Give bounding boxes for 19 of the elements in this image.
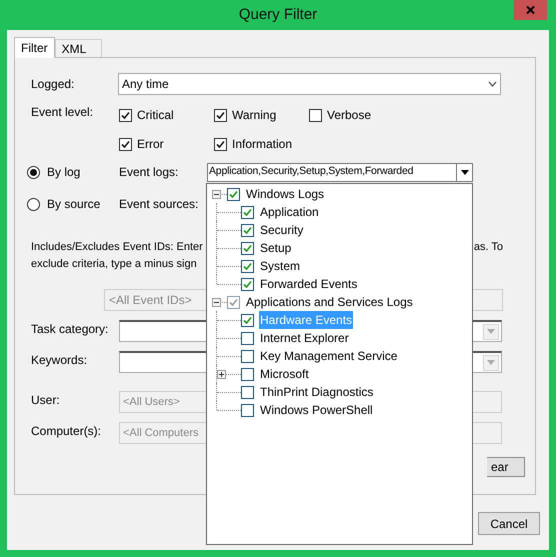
checkbox-label: Information	[232, 136, 292, 153]
checkbox-label: Error	[137, 136, 164, 153]
checkbox-label: Warning	[232, 107, 276, 124]
field-label: Event logs:	[119, 164, 180, 181]
checkbox-label: Verbose	[327, 107, 372, 124]
field-label: Task category:	[31, 321, 110, 338]
help-text: exclude criteria, type a minus sign	[31, 258, 197, 270]
field-label: Event sources:	[119, 196, 200, 213]
window-title: Query Filter	[238, 4, 318, 25]
field-label: User:	[31, 392, 61, 409]
help-text: Includes/Excludes Event IDs: Enter	[31, 240, 203, 255]
field-label: Logged:	[31, 76, 76, 93]
field-label: Keywords:	[31, 352, 88, 369]
radio-label: By log	[47, 164, 80, 181]
radio-label: By source	[47, 196, 100, 213]
field-label: Computer(s):	[31, 423, 102, 440]
checkbox-label: Critical	[137, 107, 174, 124]
help-text: as. To	[472, 240, 503, 255]
field-label: Event level:	[31, 104, 94, 121]
